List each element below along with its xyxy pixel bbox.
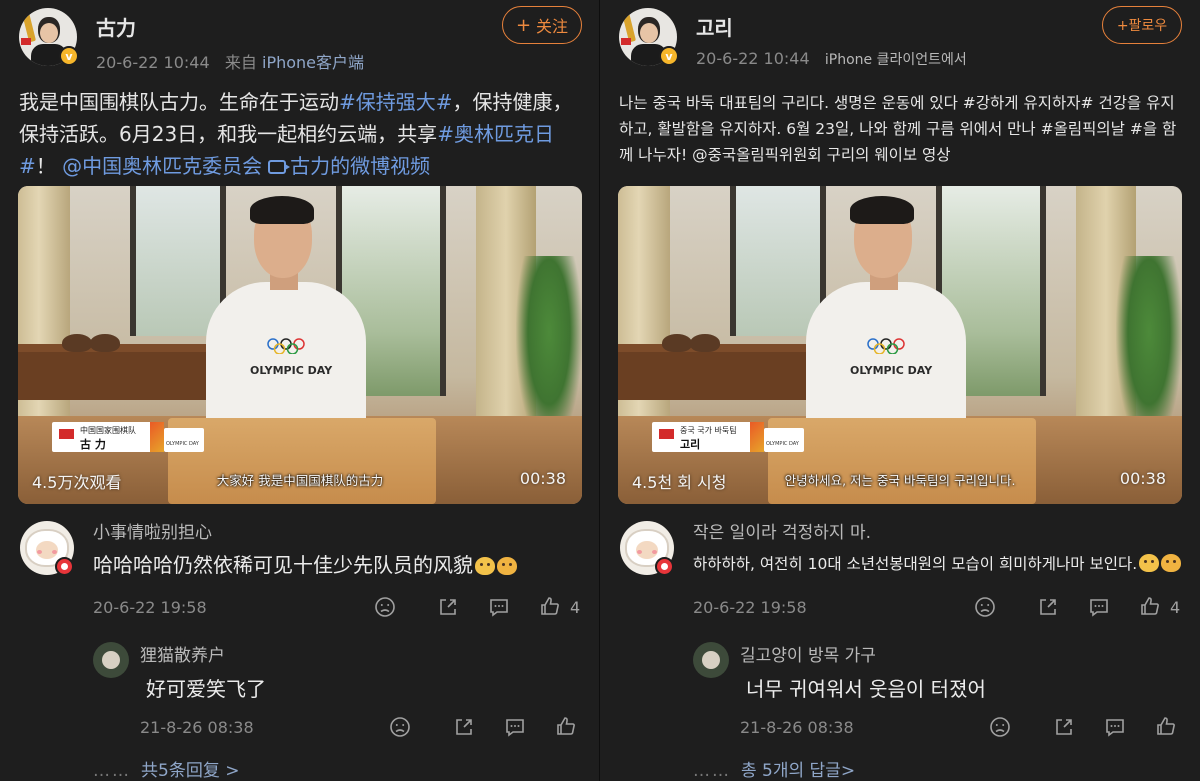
more-replies-dots: ……	[693, 761, 731, 781]
post-source[interactable]: iPhone 클라이언트에서	[825, 52, 967, 68]
share-icon[interactable]	[437, 596, 459, 618]
comment-username[interactable]: 작은 일이라 걱정하지 마.	[693, 518, 871, 543]
video-views: 4.5万次观看	[32, 473, 122, 492]
post-text: 나는 중국 바둑 대표팀의 구리다. 생명은 운동에 있다 #강하게 유지하자#…	[619, 94, 1177, 164]
like-icon[interactable]	[555, 715, 577, 737]
comment-icon[interactable]	[1104, 716, 1126, 738]
plus-icon: +	[515, 14, 532, 36]
go-board	[768, 418, 1036, 504]
video-player[interactable]: OLYMPIC DAY 中国国家围棋队 古 力 OLYMPIC DAY 大家好 …	[18, 186, 582, 504]
replier-avatar[interactable]	[93, 642, 129, 678]
olympic-day-logo: OLYMPIC DAY	[764, 428, 804, 452]
shirt-text: OLYMPIC DAY	[850, 364, 933, 377]
post-time: 20-6-22 10:44	[96, 53, 210, 72]
like-count: 4	[1170, 598, 1181, 617]
video-person	[206, 282, 366, 432]
more-replies-dots: ……	[93, 761, 131, 781]
share-icon[interactable]	[453, 716, 475, 738]
reply-username[interactable]: 狸猫散养户	[140, 641, 225, 666]
mention-link[interactable]: @中国奥林匹克委员会	[62, 154, 262, 178]
post-text: 我是中国围棋队古力。生命在于运动#保持强大#，保持健康，保持活跃。6月23日，和…	[19, 86, 585, 182]
more-replies-label: 총 5개의 답글>	[741, 761, 856, 781]
go-board	[168, 418, 436, 504]
video-lower-third: 중국 국가 바둑팀 고리	[652, 422, 764, 452]
video-link[interactable]: 古力的微博视频	[290, 154, 430, 178]
reply-username[interactable]: 길고양이 방목 가구	[740, 641, 876, 666]
more-replies-label: 共5条回复 >	[141, 761, 240, 781]
comment-text: 하하하하, 여전히 10대 소년선봉대원의 모습이 희미하게나마 보인다.	[693, 552, 1182, 574]
follow-button[interactable]: +팔로우	[1102, 6, 1182, 44]
china-flag-icon	[659, 429, 674, 439]
member-badge-icon	[655, 557, 674, 576]
doge-emoji-icon	[475, 557, 495, 575]
post-text-part: ！	[35, 154, 56, 178]
comment-time: 20-6-22 19:58	[693, 598, 807, 617]
olympic-day-logo-text: OLYMPIC DAY	[766, 441, 799, 447]
verified-badge-icon: v	[59, 46, 79, 66]
member-badge-icon	[55, 557, 74, 576]
view-more-replies[interactable]: …… 총 5개의 답글>	[693, 756, 855, 781]
like-icon[interactable]	[1139, 595, 1161, 617]
comment-icon[interactable]	[488, 596, 510, 618]
comment-body: 하하하하, 여전히 10대 소년선봉대원의 모습이 희미하게나마 보인다.	[693, 555, 1138, 573]
share-icon[interactable]	[1037, 596, 1059, 618]
comparison-view: v 古力 20-6-22 10:44 来自 iPhone客户端 + 关注 我是中国…	[0, 0, 1200, 781]
olympic-day-logo-text: OLYMPIC DAY	[166, 441, 199, 447]
video-player[interactable]: OLYMPIC DAY 중국 국가 바둑팀 고리 OLYMPIC DAY 안녕하…	[618, 186, 1182, 504]
video-duration: 00:38	[519, 469, 566, 488]
comment-icon[interactable]	[1088, 596, 1110, 618]
post-meta: 20-6-22 10:44 iPhone 클라이언트에서	[696, 49, 967, 69]
olympic-rings-icon	[867, 338, 905, 354]
post-source[interactable]: iPhone客户端	[262, 53, 364, 72]
right-panel-korean: v 고리 20-6-22 10:44 iPhone 클라이언트에서 +팔로우 나…	[600, 0, 1200, 781]
view-more-replies[interactable]: …… 共5条回复 >	[93, 756, 239, 781]
replier-avatar[interactable]	[693, 642, 729, 678]
dislike-icon[interactable]	[374, 596, 396, 618]
reply-time: 21-8-26 08:38	[740, 718, 854, 737]
lower-third-team: 中国国家围棋队	[80, 426, 136, 435]
video-views: 4.5천 회 시청	[632, 473, 727, 492]
follow-label: 关注	[536, 17, 569, 36]
dislike-icon[interactable]	[389, 716, 411, 738]
post-time: 20-6-22 10:44	[696, 49, 810, 68]
comment-time: 20-6-22 19:58	[93, 598, 207, 617]
olympic-day-logo: OLYMPIC DAY	[164, 428, 204, 452]
reply-text: 너무 귀여워서 웃음이 터졌어	[746, 677, 986, 701]
video-lower-third: 中国国家围棋队 古 力	[52, 422, 164, 452]
like-icon[interactable]	[539, 595, 561, 617]
shirt-text: OLYMPIC DAY	[250, 364, 333, 377]
follow-button[interactable]: + 关注	[502, 6, 582, 44]
comment-text: 哈哈哈哈仍然依稀可见十佳少先队员的风貌	[93, 549, 517, 578]
lower-third-name: 古 力	[80, 438, 106, 451]
cat-emoji-icon	[497, 557, 517, 575]
comment-body: 哈哈哈哈仍然依稀可见十佳少先队员的风貌	[93, 553, 473, 577]
username[interactable]: 古力	[96, 12, 136, 41]
post-meta: 20-6-22 10:44 来自 iPhone客户端	[96, 49, 364, 73]
doge-emoji-icon	[1139, 554, 1160, 572]
reply-time: 21-8-26 08:38	[140, 718, 254, 737]
source-prefix: 来自	[224, 53, 257, 72]
hashtag-link[interactable]: #保持强大#	[339, 90, 453, 114]
like-count: 4	[570, 598, 581, 617]
china-flag-icon	[59, 429, 74, 439]
follow-label: +팔로우	[1116, 18, 1168, 34]
left-panel-chinese: v 古力 20-6-22 10:44 来自 iPhone客户端 + 关注 我是中国…	[0, 0, 600, 781]
comment-username[interactable]: 小事情啦别担心	[93, 518, 212, 543]
olympic-rings-icon	[267, 338, 305, 354]
username[interactable]: 고리	[696, 12, 733, 41]
cat-emoji-icon	[1161, 554, 1182, 572]
like-icon[interactable]	[1155, 715, 1177, 737]
share-icon[interactable]	[1053, 716, 1075, 738]
lower-third-team: 중국 국가 바둑팀	[680, 426, 737, 435]
comment-icon[interactable]	[504, 716, 526, 738]
video-link-icon	[268, 160, 291, 174]
video-person	[806, 282, 966, 432]
dislike-icon[interactable]	[989, 716, 1011, 738]
lower-third-name: 고리	[680, 438, 701, 451]
reply-text: 好可爱笑飞了	[146, 677, 266, 701]
dislike-icon[interactable]	[974, 596, 996, 618]
post-text-part: 我是中国围棋队古力。生命在于运动	[19, 90, 339, 114]
video-duration: 00:38	[1119, 469, 1166, 488]
verified-badge-icon: v	[659, 46, 679, 66]
